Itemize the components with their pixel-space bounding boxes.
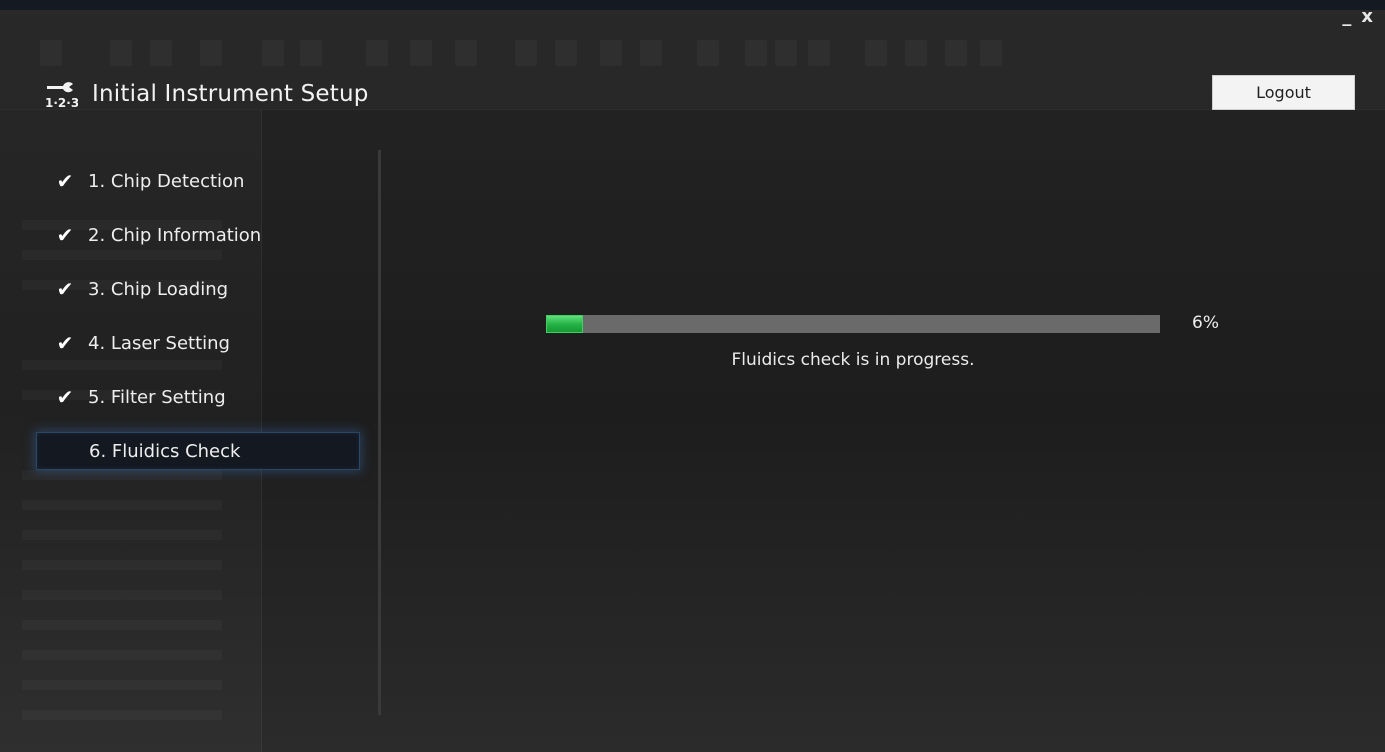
wrench-123-icon: 1·2·3 <box>44 78 78 110</box>
checkmark-icon: ✔ <box>56 277 74 301</box>
step-label: 1. Chip Detection <box>88 170 245 192</box>
ghost-row <box>22 530 222 540</box>
step-chip-loading[interactable]: ✔ 3. Chip Loading <box>36 270 360 308</box>
ghost-icon <box>980 40 1002 66</box>
step-filter-setting[interactable]: ✔ 5. Filter Setting <box>36 378 360 416</box>
svg-text:1·2·3: 1·2·3 <box>45 96 78 110</box>
ghost-icon <box>515 40 537 66</box>
step-chip-detection[interactable]: ✔ 1. Chip Detection <box>36 162 360 200</box>
ghost-row <box>22 650 222 660</box>
ghost-row <box>22 500 222 510</box>
ghost-icon <box>775 40 797 66</box>
ghost-icon <box>200 40 222 66</box>
step-laser-setting[interactable]: ✔ 4. Laser Setting <box>36 324 360 362</box>
ghost-icon <box>945 40 967 66</box>
ghost-icon <box>366 40 388 66</box>
vertical-divider <box>378 150 381 715</box>
step-label: 3. Chip Loading <box>88 278 229 300</box>
ghost-icon <box>697 40 719 66</box>
step-label: 6. Fluidics Check <box>89 440 241 462</box>
ghost-icon <box>262 40 284 66</box>
background-titlebar <box>0 0 1385 10</box>
ghost-icon <box>640 40 662 66</box>
ghost-row <box>22 680 222 690</box>
progress-message: Fluidics check is in progress. <box>731 350 975 370</box>
page-title: Initial Instrument Setup <box>92 81 369 107</box>
progress-fill <box>546 315 583 333</box>
ghost-icon <box>455 40 477 66</box>
progress-bar <box>546 315 1160 333</box>
step-fluidics-check[interactable]: 6. Fluidics Check <box>36 432 360 470</box>
progress-percent: 6% <box>1192 313 1219 333</box>
checkmark-icon: ✔ <box>56 169 74 193</box>
checkmark-icon: ✔ <box>56 223 74 247</box>
minimize-button[interactable]: _ <box>1342 8 1351 26</box>
ghost-icon <box>600 40 622 66</box>
close-button[interactable]: x <box>1361 8 1373 26</box>
ghost-icon <box>110 40 132 66</box>
window-controls: _ x <box>1342 8 1373 26</box>
ghost-icon <box>808 40 830 66</box>
setup-header: 1·2·3 Initial Instrument Setup <box>44 78 369 110</box>
checkmark-icon: ✔ <box>56 331 74 355</box>
step-label: 4. Laser Setting <box>88 332 230 354</box>
step-label: 5. Filter Setting <box>88 386 226 408</box>
ghost-row <box>22 560 222 570</box>
ghost-icon <box>865 40 887 66</box>
ghost-row <box>22 620 222 630</box>
ghost-icon <box>40 40 62 66</box>
step-chip-information[interactable]: ✔ 2. Chip Information <box>36 216 360 254</box>
setup-steps-list: ✔ 1. Chip Detection ✔ 2. Chip Informatio… <box>36 162 360 486</box>
checkmark-icon: ✔ <box>56 385 74 409</box>
ghost-icon <box>555 40 577 66</box>
ghost-row <box>22 590 222 600</box>
step-label: 2. Chip Information <box>88 224 262 246</box>
logout-button[interactable]: Logout <box>1212 75 1355 110</box>
ghost-icon <box>410 40 432 66</box>
ghost-icon <box>905 40 927 66</box>
ghost-row <box>22 710 222 720</box>
ghost-icon <box>300 40 322 66</box>
ghost-icon <box>150 40 172 66</box>
ghost-icon <box>745 40 767 66</box>
